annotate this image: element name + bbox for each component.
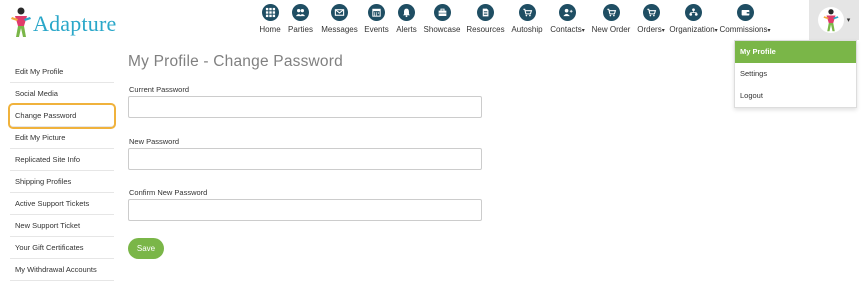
save-button[interactable]: Save bbox=[128, 238, 164, 259]
nav-events[interactable]: Events bbox=[360, 4, 393, 38]
wallet-icon bbox=[741, 10, 749, 16]
current-password-label: Current Password bbox=[129, 85, 190, 94]
user-plus-icon bbox=[563, 8, 573, 17]
nav-label-organization: Organization▾ bbox=[669, 25, 717, 36]
avatar bbox=[817, 7, 844, 33]
envelope-icon bbox=[334, 9, 345, 16]
nav-label: New Order bbox=[591, 25, 631, 34]
confirm-password-field[interactable] bbox=[128, 199, 482, 221]
profile-menu-toggle[interactable]: ▾ bbox=[809, 0, 859, 40]
caret-down-icon: ▾ bbox=[767, 28, 771, 34]
nav-commissions[interactable]: Commissions▾ bbox=[719, 4, 771, 38]
profile-sidebar: Edit My Profile Social Media Change Pass… bbox=[8, 61, 116, 281]
nav-home[interactable]: Home bbox=[258, 4, 282, 38]
nav-label-commissions: Commissions▾ bbox=[719, 25, 770, 36]
cart-icon bbox=[606, 8, 616, 17]
cart-icon bbox=[522, 8, 532, 17]
sidebar-item-active-support-tickets[interactable]: Active Support Tickets bbox=[10, 193, 114, 215]
nav-label-text: Orders bbox=[637, 25, 662, 34]
nav-label-text: Commissions bbox=[719, 25, 768, 34]
nav-label: Events bbox=[364, 25, 389, 34]
nav-organization[interactable]: Organization▾ bbox=[668, 4, 719, 38]
nav-label-text: Contacts bbox=[550, 25, 582, 34]
sidebar-item-replicated-site-info[interactable]: Replicated Site Info bbox=[10, 149, 114, 171]
nav-label: Alerts bbox=[396, 25, 417, 34]
menu-item-logout[interactable]: Logout bbox=[735, 85, 856, 107]
sidebar-item-social-media[interactable]: Social Media bbox=[10, 83, 114, 105]
caret-down-icon: ▾ bbox=[661, 28, 665, 34]
bell-icon bbox=[403, 8, 410, 18]
briefcase-icon bbox=[438, 8, 446, 16]
sidebar-item-edit-my-profile[interactable]: Edit My Profile bbox=[10, 61, 114, 83]
confirm-password-label: Confirm New Password bbox=[129, 188, 208, 197]
home-grid-icon bbox=[265, 7, 275, 18]
document-icon bbox=[482, 8, 489, 17]
current-password-field[interactable] bbox=[128, 96, 482, 118]
menu-item-my-profile[interactable]: My Profile bbox=[735, 41, 856, 63]
nav-new-order[interactable]: New Order bbox=[588, 4, 634, 38]
nav-alerts[interactable]: Alerts bbox=[393, 4, 420, 38]
nav-messages[interactable]: Messages bbox=[319, 4, 360, 38]
logo-figure-icon bbox=[11, 7, 31, 37]
nav-label-text: Organization bbox=[669, 25, 715, 34]
nav-label: Messages bbox=[321, 25, 358, 34]
new-password-field[interactable] bbox=[128, 148, 482, 170]
nav-showcase[interactable]: Showcase bbox=[420, 4, 464, 38]
nav-parties[interactable]: Parties bbox=[282, 4, 319, 38]
main-nav: Home Parties Messages Events Alerts Show… bbox=[258, 4, 771, 38]
avatar-figure-icon bbox=[823, 9, 839, 32]
nav-contacts[interactable]: Contacts▾ bbox=[547, 4, 588, 38]
nav-label: Autoship bbox=[511, 25, 543, 34]
nav-label: Parties bbox=[288, 25, 313, 34]
logo-text: Adapture bbox=[33, 11, 117, 36]
sidebar-item-shipping-profiles[interactable]: Shipping Profiles bbox=[10, 171, 114, 193]
logo[interactable]: Adapture bbox=[10, 4, 116, 38]
sidebar-item-change-password[interactable]: Change Password bbox=[8, 103, 116, 129]
profile-dropdown: My Profile Settings Logout bbox=[734, 40, 857, 108]
nav-label: Showcase bbox=[423, 25, 461, 34]
menu-item-settings[interactable]: Settings bbox=[735, 63, 856, 85]
page-title: My Profile - Change Password bbox=[128, 53, 343, 70]
nav-label: Resources bbox=[466, 25, 505, 34]
sidebar-item-edit-my-picture[interactable]: Edit My Picture bbox=[10, 127, 114, 149]
sidebar-item-new-support-ticket[interactable]: New Support Ticket bbox=[10, 215, 114, 237]
cart-icon bbox=[646, 8, 656, 17]
sidebar-item-gift-certificates[interactable]: Your Gift Certificates bbox=[10, 237, 114, 259]
sidebar-item-withdrawal-accounts[interactable]: My Withdrawal Accounts bbox=[10, 259, 114, 281]
nav-autoship[interactable]: Autoship bbox=[507, 4, 547, 38]
nav-orders[interactable]: Orders▾ bbox=[634, 4, 668, 38]
caret-down-icon: ▾ bbox=[846, 17, 851, 24]
new-password-label: New Password bbox=[129, 137, 180, 146]
caret-down-icon: ▾ bbox=[714, 28, 718, 34]
nav-resources[interactable]: Resources bbox=[464, 4, 507, 38]
nav-label: Home bbox=[259, 25, 281, 34]
nav-label-contacts: Contacts▾ bbox=[550, 25, 585, 36]
caret-down-icon: ▾ bbox=[581, 28, 585, 34]
org-chart-icon bbox=[689, 8, 698, 16]
top-navbar: Adapture Home Parties Messages Events Al… bbox=[0, 0, 862, 42]
users-icon bbox=[295, 9, 306, 17]
nav-label-orders: Orders▾ bbox=[637, 25, 664, 36]
calendar-icon bbox=[372, 8, 381, 17]
